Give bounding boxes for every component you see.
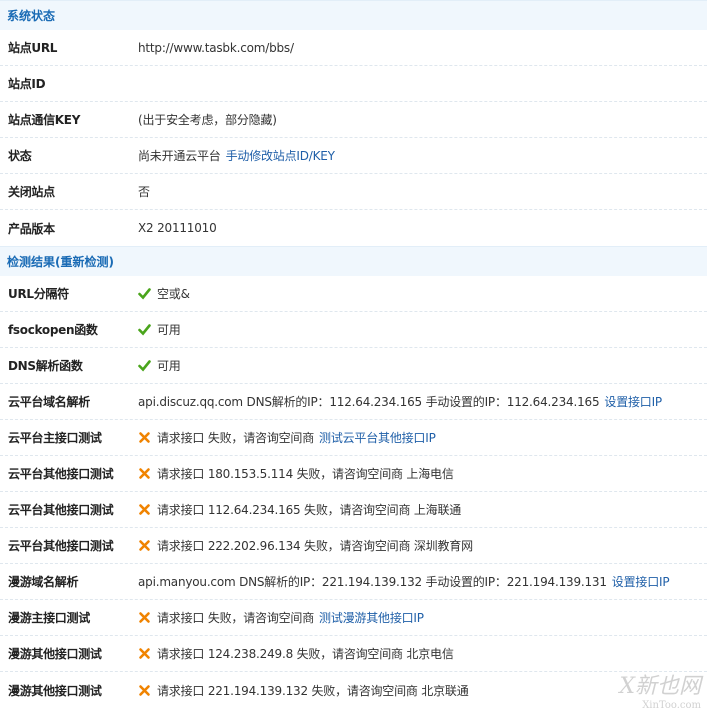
value-text: (出于安全考虑，部分隐藏) <box>138 113 277 127</box>
recheck-link[interactable]: 重新检测 <box>61 253 109 270</box>
check-row: 漫游其他接口测试 请求接口 221.194.139.132 失败，请咨询空间商 北… <box>0 672 707 708</box>
row-label: 漫游主接口测试 <box>8 611 90 625</box>
watermark-site: XinToo.com <box>642 700 701 711</box>
info-row: 状态 尚未开通云平台 手动修改站点ID/KEY <box>0 138 707 174</box>
info-row: 站点URL http://www.tasbk.com/bbs/ <box>0 30 707 66</box>
row-value: 请求接口 221.194.139.132 失败，请咨询空间商 北京联通 <box>138 682 469 699</box>
row-label: 关闭站点 <box>8 185 55 199</box>
row-label: 云平台域名解析 <box>8 395 90 409</box>
check-icon <box>138 287 151 300</box>
row-value: X2 20111010 <box>138 221 217 235</box>
status-text: 可用 <box>157 359 181 373</box>
watermark-brand: X新也网 <box>619 674 701 699</box>
action-link[interactable]: 设置接口IP <box>604 393 662 410</box>
row-value: 请求接口 112.64.234.165 失败，请咨询空间商 上海联通 <box>138 501 461 518</box>
check-row: 云平台主接口测试 请求接口 失败，请咨询空间商 测试云平台其他接口IP <box>0 420 707 456</box>
value-text: http://www.tasbk.com/bbs/ <box>138 40 294 55</box>
row-value: 请求接口 180.153.5.114 失败，请咨询空间商 上海电信 <box>138 465 454 482</box>
cross-icon <box>138 467 151 480</box>
status-text: 请求接口 222.202.96.134 失败，请咨询空间商 深圳教育网 <box>157 539 473 553</box>
status-text: 请求接口 112.64.234.165 失败，请咨询空间商 上海联通 <box>157 503 462 517</box>
row-value: api.manyou.com DNS解析的IP：221.194.139.132 … <box>138 573 670 590</box>
check-row: 云平台其他接口测试 请求接口 222.202.96.134 失败，请咨询空间商 深… <box>0 528 707 564</box>
row-label: 漫游其他接口测试 <box>8 647 102 661</box>
section-header-system-status: 系统状态 <box>0 0 707 30</box>
row-value: (出于安全考虑，部分隐藏) <box>138 111 277 128</box>
check-results-section: 检测结果 ( 重新检测 ) URL分隔符 空或& fsockopen函数 可用 DNS解… <box>0 246 707 708</box>
row-label: 站点URL <box>8 41 58 55</box>
row-label: fsockopen函数 <box>8 323 98 337</box>
system-status-rows: 站点URL http://www.tasbk.com/bbs/站点ID 站点通信KE… <box>0 30 707 246</box>
row-label: 产品版本 <box>8 221 55 236</box>
cross-icon <box>138 611 151 624</box>
section-title: 系统状态 <box>7 9 56 23</box>
info-row: 站点ID <box>0 66 707 102</box>
row-label: 漫游域名解析 <box>8 575 79 589</box>
info-row: 关闭站点 否 <box>0 174 707 210</box>
section-header-check-results: 检测结果 ( 重新检测 ) <box>0 246 707 276</box>
cross-icon <box>138 539 151 552</box>
check-icon <box>138 359 151 372</box>
check-row: URL分隔符 空或& <box>0 276 707 312</box>
row-value: 否 <box>138 183 150 200</box>
cross-icon <box>138 503 151 516</box>
row-value: 可用 <box>138 321 181 338</box>
row-value: 尚未开通云平台 手动修改站点ID/KEY <box>138 147 335 164</box>
action-link[interactable]: 测试云平台其他接口IP <box>319 429 436 446</box>
cross-icon <box>138 647 151 660</box>
row-value: http://www.tasbk.com/bbs/ <box>138 41 294 55</box>
recheck-paren-close: ) <box>108 254 114 269</box>
check-row: 漫游主接口测试 请求接口 失败，请咨询空间商 测试漫游其他接口IP <box>0 600 707 636</box>
check-icon <box>138 323 151 336</box>
row-value: 空或& <box>138 285 190 302</box>
check-row: 漫游域名解析 api.manyou.com DNS解析的IP：221.194.13… <box>0 564 707 600</box>
check-row: DNS解析函数 可用 <box>0 348 707 384</box>
row-label: 云平台其他接口测试 <box>8 467 114 481</box>
check-row: fsockopen函数 可用 <box>0 312 707 348</box>
row-value: api.discuz.qq.com DNS解析的IP：112.64.234.16… <box>138 393 662 410</box>
row-label: 云平台主接口测试 <box>8 431 102 445</box>
check-row: 云平台域名解析 api.discuz.qq.com DNS解析的IP：112.64… <box>0 384 707 420</box>
row-label: DNS解析函数 <box>8 359 83 373</box>
check-results-rows: URL分隔符 空或& fsockopen函数 可用 DNS解析函数 可用 云平台域名解析 ap… <box>0 276 707 708</box>
status-text: 空或& <box>157 287 190 301</box>
info-row: 产品版本 X2 20111010 <box>0 210 707 246</box>
row-value: 请求接口 失败，请咨询空间商 测试云平台其他接口IP <box>138 429 436 446</box>
status-text: api.discuz.qq.com DNS解析的IP：112.64.234.16… <box>138 395 600 409</box>
value-text: 否 <box>138 185 150 199</box>
check-row: 云平台其他接口测试 请求接口 180.153.5.114 失败，请咨询空间商 上海… <box>0 456 707 492</box>
value-text: 尚未开通云平台 <box>138 149 221 163</box>
section-title: 检测结果 <box>7 255 56 269</box>
row-value: 请求接口 124.238.249.8 失败，请咨询空间商 北京电信 <box>138 645 454 662</box>
status-text: api.manyou.com DNS解析的IP：221.194.139.132 … <box>138 575 607 589</box>
row-label: 云平台其他接口测试 <box>8 539 114 553</box>
watermark-logo: X新也网 XinToo.com <box>619 668 701 711</box>
status-text: 可用 <box>157 323 181 337</box>
row-value: 请求接口 失败，请咨询空间商 测试漫游其他接口IP <box>138 609 424 626</box>
status-text: 请求接口 失败，请咨询空间商 <box>157 431 315 445</box>
check-row: 漫游其他接口测试 请求接口 124.238.249.8 失败，请咨询空间商 北京电… <box>0 636 707 672</box>
row-label: 站点ID <box>8 77 46 91</box>
modify-site-id-key-link[interactable]: 手动修改站点ID/KEY <box>226 147 335 164</box>
row-value: 请求接口 222.202.96.134 失败，请咨询空间商 深圳教育网 <box>138 537 473 554</box>
system-status-section: 系统状态 站点URL http://www.tasbk.com/bbs/站点ID 站… <box>0 0 707 246</box>
cross-icon <box>138 684 151 697</box>
status-text: 请求接口 221.194.139.132 失败，请咨询空间商 北京联通 <box>157 683 469 698</box>
info-row: 站点通信KEY (出于安全考虑，部分隐藏) <box>0 102 707 138</box>
row-label: URL分隔符 <box>8 287 69 301</box>
row-label: 状态 <box>8 149 32 163</box>
row-label: 站点通信KEY <box>8 113 81 127</box>
action-link[interactable]: 设置接口IP <box>612 573 670 590</box>
row-label: 漫游其他接口测试 <box>8 683 102 698</box>
row-value: 可用 <box>138 357 181 374</box>
check-row: 云平台其他接口测试 请求接口 112.64.234.165 失败，请咨询空间商 上… <box>0 492 707 528</box>
status-text: 请求接口 失败，请咨询空间商 <box>157 611 315 625</box>
action-link[interactable]: 测试漫游其他接口IP <box>319 609 424 626</box>
cross-icon <box>138 431 151 444</box>
status-text: 请求接口 180.153.5.114 失败，请咨询空间商 上海电信 <box>157 467 454 481</box>
value-text: X2 20111010 <box>138 221 217 235</box>
status-text: 请求接口 124.238.249.8 失败，请咨询空间商 北京电信 <box>157 647 454 661</box>
row-label: 云平台其他接口测试 <box>8 503 114 517</box>
